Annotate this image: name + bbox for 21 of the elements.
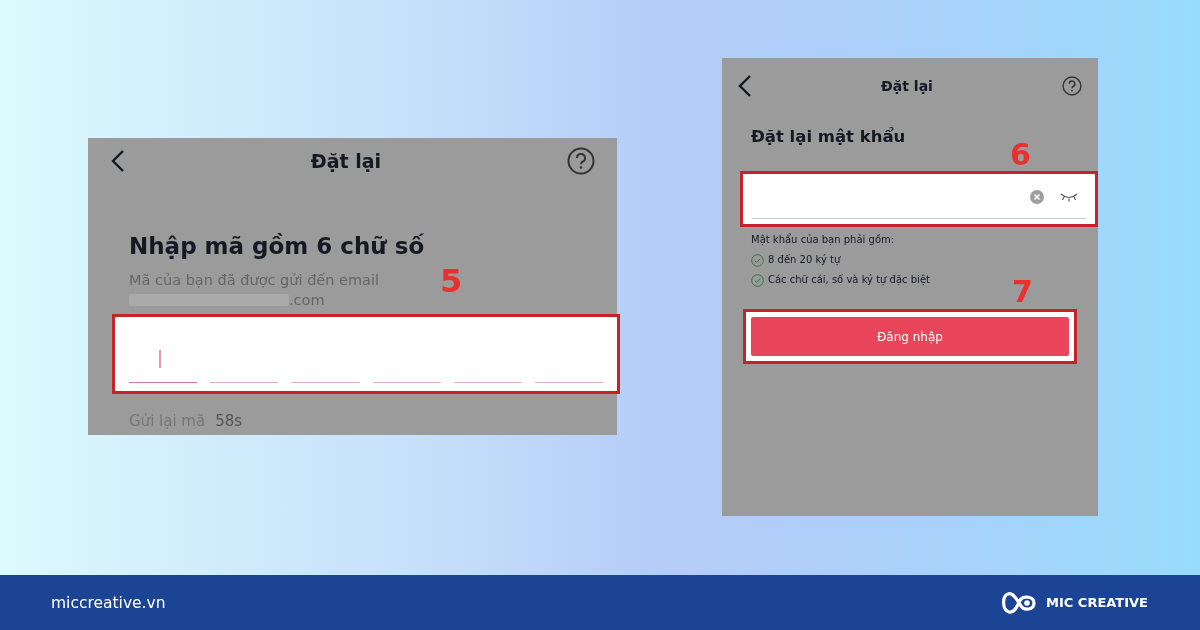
- countdown-text: 58s: [215, 412, 243, 430]
- closed-eye-icon[interactable]: [1060, 191, 1078, 202]
- step-number: 7: [1012, 275, 1033, 309]
- login-button[interactable]: Đăng nhập: [751, 317, 1069, 356]
- clear-icon[interactable]: [1030, 189, 1044, 204]
- heading: Nhập mã gồm 6 chữ số: [129, 232, 426, 260]
- logo-icon: [1000, 589, 1039, 616]
- help-icon[interactable]: [1062, 76, 1082, 96]
- requirement-text: 8 đến 20 ký tự: [768, 253, 841, 267]
- help-icon[interactable]: [567, 147, 595, 175]
- screen-title: Đặt lại: [881, 78, 933, 94]
- brand-name: MIC CREATIVE: [1046, 595, 1148, 610]
- back-icon[interactable]: [738, 74, 752, 98]
- screen-title: Đặt lại: [310, 150, 382, 172]
- requirement-text: Các chữ cái, số và ký tự đặc biệt: [768, 273, 930, 287]
- back-icon[interactable]: [111, 149, 125, 173]
- website-link[interactable]: miccreative.vn: [51, 593, 166, 612]
- step-number: 5: [440, 262, 463, 300]
- requirements-title: Mật khẩu của bạn phải gồm:: [751, 233, 896, 247]
- heading: Đặt lại mật khẩu: [751, 126, 907, 148]
- step-number: 6: [1010, 138, 1031, 172]
